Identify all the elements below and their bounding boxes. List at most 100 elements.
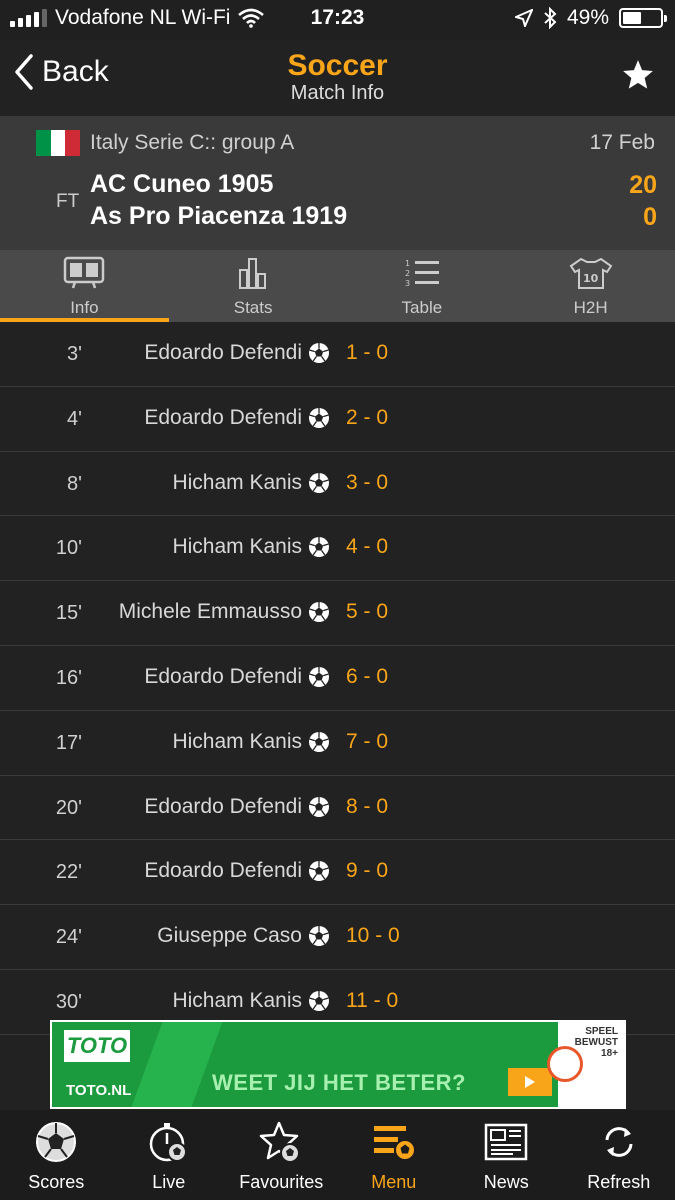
event-player: Hicham Kanis	[172, 470, 302, 494]
event-player: Edoardo Defendi	[144, 794, 302, 818]
event-player: Hicham Kanis	[172, 535, 302, 559]
away-score: 0	[643, 203, 657, 231]
tab-info[interactable]: Info	[0, 250, 169, 322]
battery-icon	[619, 8, 667, 28]
jersey-icon: 10	[569, 257, 612, 289]
goal-ball-icon	[308, 536, 330, 558]
event-minute: 4'	[67, 407, 82, 430]
goal-event-row: 15' Michele Emmausso 5 - 0	[0, 581, 675, 646]
goal-ball-icon	[308, 407, 330, 429]
svg-text:10: 10	[583, 272, 599, 285]
ad-slogan: WEET JIJ HET BETER?	[212, 1070, 466, 1095]
tabbar-scores[interactable]: Scores	[0, 1110, 113, 1200]
svg-text:1: 1	[405, 259, 410, 268]
play-icon	[508, 1068, 552, 1096]
stopwatch-ball-icon	[149, 1123, 187, 1162]
goal-event-row: 22' Edoardo Defendi 9 - 0	[0, 840, 675, 906]
battery-percent: 49%	[566, 6, 609, 29]
away-team: As Pro Piacenza 1919	[90, 202, 348, 230]
event-player: Hicham Kanis	[172, 729, 302, 753]
tab-label: Stats	[233, 298, 273, 317]
event-score: 4 - 0	[346, 535, 389, 559]
event-minute: 16'	[55, 666, 82, 689]
location-arrow-icon	[514, 9, 533, 27]
goal-events-list: 3' Edoardo Defendi 1 - 0 4' Edoardo Defendi 2…	[0, 322, 675, 1035]
nav-bar: Back Soccer Match Info	[0, 40, 675, 116]
svg-text:3: 3	[405, 279, 410, 288]
match-tabs: Info Stats 1 2 3 Table 10 H2H	[0, 250, 675, 322]
goal-ball-icon	[308, 666, 330, 688]
legal-line: SPEEL	[585, 1026, 618, 1037]
menu-ball-icon	[373, 1126, 416, 1161]
event-player: Edoardo Defendi	[144, 341, 302, 364]
goal-event-row: 3' Edoardo Defendi 1 - 0	[0, 322, 675, 387]
goal-event-row: 17' Hicham Kanis 7 - 0	[0, 711, 675, 776]
event-score: 7 - 0	[346, 729, 389, 753]
goal-event-row: 8' Hicham Kanis 3 - 0	[0, 452, 675, 517]
tab-label: H2H	[573, 298, 608, 317]
event-minute: 10'	[55, 537, 82, 560]
tab-label: Info	[70, 298, 99, 317]
goal-event-row: 10' Hicham Kanis 4 - 0	[0, 516, 675, 582]
event-minute: 30'	[55, 990, 82, 1013]
soccer-ball-icon	[36, 1122, 77, 1162]
star-icon[interactable]	[621, 58, 655, 92]
tabbar-label: Scores	[28, 1172, 85, 1192]
match-status: FT	[56, 191, 80, 212]
tabbar-label: Menu	[371, 1172, 417, 1192]
bar-chart-icon	[239, 258, 267, 289]
bluetooth-icon	[544, 7, 557, 29]
event-score: 8 - 0	[346, 794, 389, 818]
toto-advertisement[interactable]: TOTO TOTO.NL WEET JIJ HET BETER? SPEEL B…	[50, 1020, 626, 1109]
ad-mascot-icon	[547, 1046, 583, 1082]
event-minute: 3'	[67, 343, 82, 365]
tabbar-live[interactable]: Live	[113, 1110, 226, 1200]
event-score: 5 - 0	[346, 600, 389, 624]
tabbar-label: Refresh	[587, 1172, 651, 1192]
tabbar-refresh[interactable]: Refresh	[563, 1110, 675, 1200]
tab-stats[interactable]: Stats	[169, 250, 338, 322]
event-minute: 17'	[55, 731, 82, 754]
event-score: 6 - 0	[346, 664, 389, 688]
event-minute: 8'	[67, 472, 82, 495]
event-score: 3 - 0	[346, 470, 389, 494]
goal-ball-icon	[308, 860, 330, 882]
match-date: 17 Feb	[589, 131, 655, 154]
svg-text:2: 2	[405, 269, 410, 278]
event-score: 2 - 0	[346, 405, 389, 429]
goal-event-row: 24' Giuseppe Caso 10 - 0	[0, 905, 675, 970]
nav-title: Soccer Match Info	[0, 50, 675, 105]
goal-event-row: 20' Edoardo Defendi 8 - 0	[0, 776, 675, 841]
tabbar-label: News	[483, 1172, 529, 1192]
ad-legal-text: SPEEL BEWUST 18+	[575, 1026, 618, 1059]
goal-ball-icon	[308, 342, 330, 364]
event-player: Edoardo Defendi	[144, 859, 302, 883]
tab-h2h[interactable]: 10 H2H	[506, 250, 675, 322]
goal-event-row: 16' Edoardo Defendi 6 - 0	[0, 646, 675, 711]
event-player: Hicham Kanis	[172, 988, 302, 1012]
newspaper-icon	[485, 1123, 528, 1161]
event-minute: 22'	[55, 861, 82, 884]
tabbar-menu[interactable]: Menu	[338, 1110, 451, 1200]
tab-label: Table	[401, 298, 443, 317]
goal-ball-icon	[308, 601, 330, 623]
event-minute: 15'	[55, 602, 82, 625]
event-score: 11 - 0	[346, 988, 399, 1012]
event-player: Giuseppe Caso	[157, 924, 302, 948]
goal-ball-icon	[308, 990, 330, 1012]
tabbar-label: Favourites	[239, 1172, 324, 1192]
list-icon: 1 2 3	[405, 259, 439, 288]
tabbar-favourites[interactable]: Favourites	[225, 1110, 338, 1200]
event-minute: 20'	[55, 796, 82, 819]
tab-table[interactable]: 1 2 3 Table	[338, 250, 507, 322]
goal-ball-icon	[308, 472, 330, 494]
bottom-tab-bar: Scores Live Favourites Menu News Refresh	[0, 1110, 675, 1200]
scoreboard-icon	[64, 256, 105, 289]
star-ball-icon	[260, 1121, 301, 1163]
event-score: 10 - 0	[346, 924, 400, 948]
tabbar-news[interactable]: News	[450, 1110, 563, 1200]
event-player: Michele Emmausso	[118, 600, 302, 624]
tabbar-label: Live	[152, 1172, 186, 1192]
home-score: 20	[629, 171, 657, 199]
event-score: 1 - 0	[346, 341, 389, 364]
